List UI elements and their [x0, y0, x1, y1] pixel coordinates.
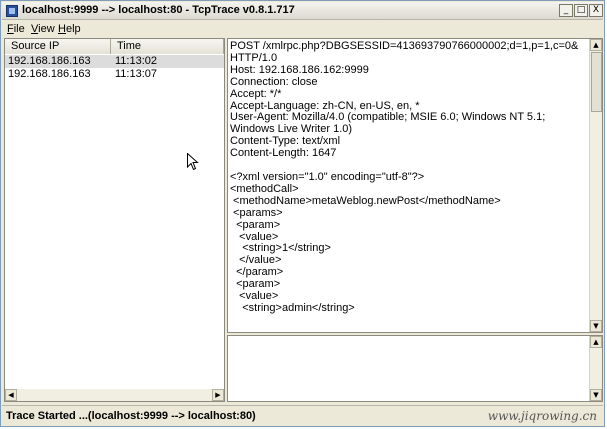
list-horizontal-scrollbar[interactable]: ◀ ▶ — [5, 389, 224, 401]
window-title: localhost:9999 --> localhost:80 - TcpTra… — [22, 4, 295, 16]
scroll-down-arrow-icon[interactable]: ▼ — [590, 389, 602, 401]
menu-file-mnemonic: F — [7, 23, 14, 35]
menu-file[interactable]: File — [7, 23, 25, 35]
connection-row-1[interactable]: 192.168.186.163 11:13:02 — [5, 55, 224, 68]
scroll-left-arrow-icon[interactable]: ◀ — [5, 389, 17, 401]
menu-help-label: elp — [65, 23, 81, 35]
scroll-up-arrow-icon[interactable]: ▲ — [590, 336, 602, 348]
minimize-button[interactable]: _ — [559, 4, 573, 17]
row-source-ip: 192.168.186.163 — [8, 68, 91, 80]
row-time: 11:13:02 — [115, 55, 158, 67]
tcptrace-window: localhost:9999 --> localhost:80 - TcpTra… — [0, 0, 605, 427]
status-text: Trace Started ...(localhost:9999 --> loc… — [6, 410, 256, 422]
scroll-up-arrow-icon[interactable]: ▲ — [590, 39, 602, 51]
menu-help-mnemonic: H — [58, 23, 66, 35]
close-button[interactable]: X — [589, 4, 603, 17]
menu-view-label: iew — [38, 23, 55, 35]
column-header-time[interactable]: Time — [111, 39, 224, 54]
tcptrace-app-icon — [6, 5, 18, 17]
response-vertical-scrollbar[interactable]: ▲ ▼ — [589, 336, 602, 401]
menu-help[interactable]: Help — [58, 23, 81, 35]
connection-row-2[interactable]: 192.168.186.163 11:13:07 — [5, 68, 224, 81]
request-pane[interactable]: POST /xmlrpc.php?DBGSESSID=4136937907660… — [227, 38, 603, 333]
list-header: Source IP Time — [5, 39, 224, 54]
scroll-right-arrow-icon[interactable]: ▶ — [212, 389, 224, 401]
maximize-button[interactable]: □ — [574, 4, 588, 17]
scrollbar-thumb[interactable] — [591, 52, 602, 112]
request-text[interactable]: POST /xmlrpc.php?DBGSESSID=4136937907660… — [230, 40, 588, 315]
title-bar[interactable]: localhost:9999 --> localhost:80 - TcpTra… — [2, 2, 603, 20]
column-header-source-ip[interactable]: Source IP — [5, 39, 111, 54]
request-vertical-scrollbar[interactable]: ▲ ▼ — [589, 39, 602, 332]
response-pane[interactable]: ▲ ▼ — [227, 335, 603, 402]
row-source-ip: 192.168.186.163 — [8, 55, 91, 67]
mouse-pointer-icon — [187, 153, 199, 171]
watermark: www.jiqrowing.cn — [487, 409, 597, 423]
menu-view[interactable]: View — [31, 23, 55, 35]
menu-bar: File View Help — [2, 21, 603, 37]
status-bar: Trace Started ...(localhost:9999 --> loc… — [2, 405, 603, 426]
row-time: 11:13:07 — [115, 68, 158, 80]
menu-file-label: ile — [13, 23, 25, 35]
connection-list[interactable]: Source IP Time 192.168.186.163 11:13:02 … — [4, 38, 225, 402]
scroll-down-arrow-icon[interactable]: ▼ — [590, 320, 602, 332]
